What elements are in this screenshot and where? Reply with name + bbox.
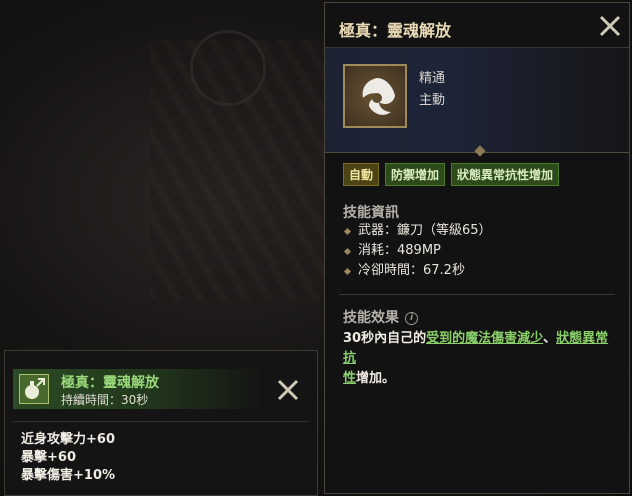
effect-link-magic-damage[interactable]: 受到的魔法傷害減少 <box>426 331 543 346</box>
tag-defense: 防禦增加 <box>385 163 446 186</box>
effect-link-status-resist-cont[interactable]: 性 <box>343 371 356 386</box>
buff-name: 極真：靈魂解放 <box>61 375 159 391</box>
buff-tooltip-panel: 極真：靈魂解放 持續時間：30秒 近身攻擊力+60 暴擊+60 暴擊傷害+10% <box>4 350 318 496</box>
list-item: 武器：鐮刀（等級65） <box>343 221 492 241</box>
skill-mastery-label: 精通 <box>419 71 446 86</box>
list-item: 冷卻時間：67.2秒 <box>343 261 492 281</box>
soul-release-icon <box>343 64 407 128</box>
buff-stats-list: 近身攻擊力+60 暴擊+60 暴擊傷害+10% <box>21 431 115 485</box>
list-item: 近身攻擊力+60 <box>21 432 115 447</box>
tag-auto: 自動 <box>343 163 380 186</box>
skill-type-label: 主動 <box>419 93 446 108</box>
list-item: 暴擊傷害+10% <box>21 468 116 483</box>
buff-duration: 持續時間：30秒 <box>61 393 149 407</box>
info-icon[interactable]: i <box>405 311 418 325</box>
list-item: 消耗：489MP <box>343 241 492 261</box>
buff-header: 極真：靈魂解放 持續時間：30秒 <box>13 369 263 409</box>
potion-buff-icon <box>19 374 49 404</box>
divider <box>339 294 615 295</box>
skill-info-list: 武器：鐮刀（等級65） 消耗：489MP 冷卻時間：67.2秒 <box>343 221 492 281</box>
divider <box>13 421 309 422</box>
skill-hero: 精通 主動 <box>325 48 629 152</box>
close-icon[interactable] <box>275 377 301 403</box>
skill-info-header: 技能資訊 <box>343 205 399 221</box>
skill-tooltip-panel: 極真：靈魂解放 精通 主動 自動 防禦增加 狀態異常抗性增加 技能資訊 武器：鐮… <box>324 2 630 494</box>
background-ring <box>190 30 266 106</box>
list-item: 暴擊+60 <box>21 450 76 465</box>
skill-effect-text: 30秒內自己的受到的魔法傷害減少、狀態異常抗 性增加。 <box>343 331 609 386</box>
close-icon[interactable] <box>597 13 623 39</box>
tag-status-resist: 狀態異常抗性增加 <box>451 163 560 186</box>
skill-title: 極真：靈魂解放 <box>339 21 452 40</box>
skill-effect-header: 技能效果 i <box>343 307 418 327</box>
skill-tags: 自動 防禦增加 狀態異常抗性增加 <box>343 163 560 186</box>
